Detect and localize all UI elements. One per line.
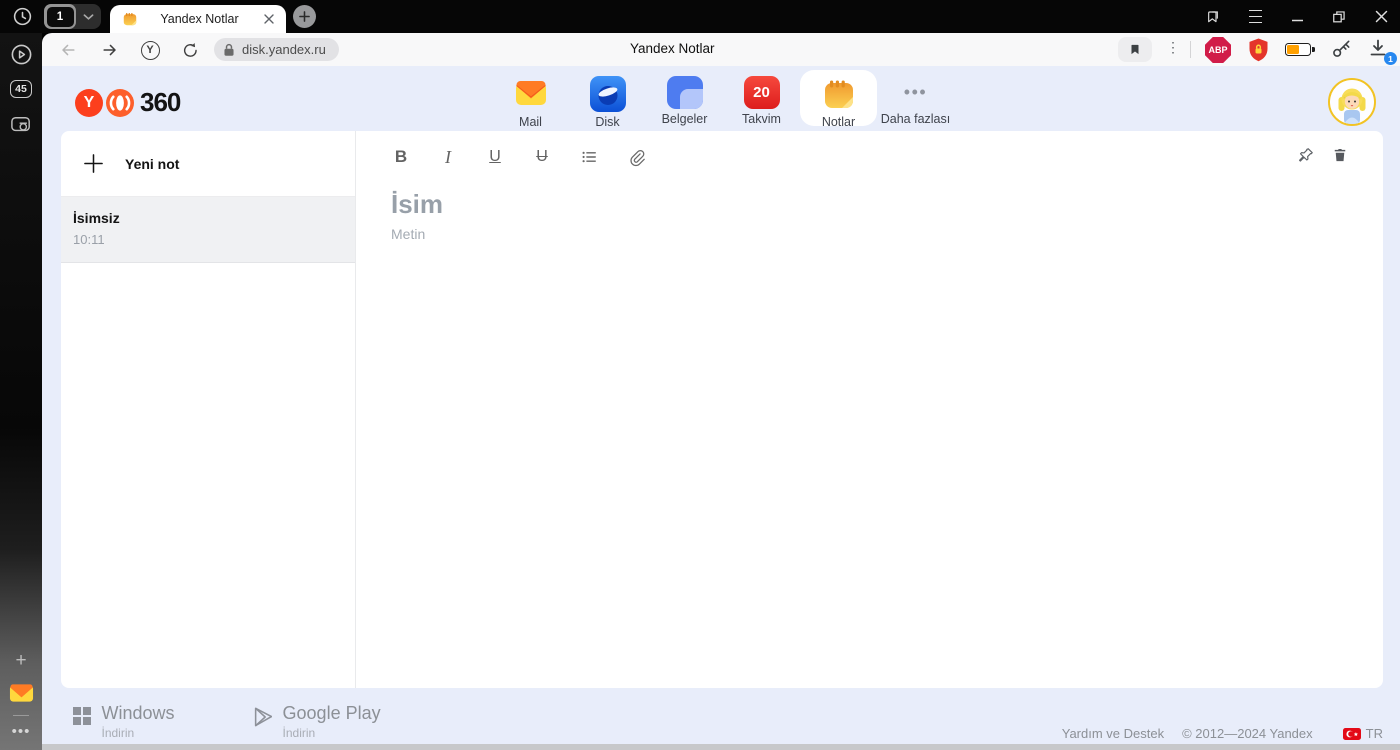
yandex-360-page: Y 360 Mail Disk Belgeler 20 Takvim Notla… (42, 66, 1400, 750)
new-tab-button[interactable] (293, 5, 316, 28)
adblock-plus-icon[interactable]: ABP (1205, 37, 1231, 63)
trash-icon[interactable] (1331, 146, 1349, 170)
protect-shield-icon[interactable] (1246, 37, 1271, 68)
copyright-text: © 2012—2024 Yandex (1182, 726, 1313, 741)
window-bottom-edge (42, 744, 1400, 750)
tab-group-control[interactable]: 1 (44, 4, 101, 29)
plus-icon (84, 154, 103, 173)
documents-icon (666, 76, 703, 109)
attach-button[interactable] (624, 144, 648, 170)
notes-icon (821, 76, 857, 112)
tab-title: Yandex Notlar (160, 12, 239, 26)
url-text: disk.yandex.ru (242, 42, 326, 57)
tab-counter-pill: 1 (44, 4, 76, 29)
disk-icon (589, 76, 626, 112)
pin-icon[interactable] (1296, 146, 1315, 170)
app-takvim[interactable]: 20 Takvim (723, 70, 800, 126)
video-play-icon[interactable] (0, 43, 42, 66)
turkey-flag-icon (1342, 727, 1361, 740)
tab-count-badge: 1 (46, 6, 74, 27)
battery-icon[interactable] (1285, 43, 1315, 56)
app-more[interactable]: ••• Daha fazlası (877, 70, 954, 126)
bookmark-button[interactable] (1118, 37, 1152, 62)
calendar-icon: 20 (743, 76, 780, 109)
more-apps-icon: ••• (903, 82, 928, 102)
sidebar-add-icon[interactable]: + (0, 650, 42, 672)
menu-icon[interactable] (1246, 8, 1264, 26)
note-editor[interactable]: B I U U İsim Metin (356, 131, 1383, 688)
browser-tab[interactable]: Yandex Notlar (110, 5, 286, 33)
italic-button[interactable]: I (436, 144, 460, 170)
more-options-icon[interactable]: ⋮ (1166, 39, 1180, 56)
underline-button[interactable]: U (483, 144, 507, 170)
google-play-icon (252, 706, 272, 733)
mail-icon (513, 76, 549, 112)
back-icon[interactable] (56, 38, 80, 62)
notes-favicon (122, 11, 138, 27)
address-bar[interactable]: disk.yandex.ru (214, 38, 339, 61)
sidebar-more-icon[interactable]: ••• (0, 723, 42, 740)
user-avatar[interactable] (1328, 78, 1376, 126)
paperclip-icon (629, 149, 645, 166)
close-button[interactable] (1372, 8, 1390, 26)
footer-downloads: Windows İndirin Google Play İndirin (73, 703, 381, 740)
bullet-list-button[interactable] (577, 144, 601, 170)
note-title-placeholder[interactable]: İsim (391, 189, 443, 220)
tab-close-icon[interactable] (261, 11, 277, 27)
reload-icon[interactable] (178, 38, 202, 62)
editor-actions (1296, 146, 1349, 170)
help-link[interactable]: Yardım ve Destek (1062, 726, 1164, 741)
sidebar-divider (13, 715, 29, 716)
browser-sidebar: 45 + ••• (0, 33, 42, 750)
browser-toolbar: Y disk.yandex.ru Yandex Notlar ⋮ ABP 1 (42, 33, 1400, 66)
windows-download[interactable]: Windows İndirin (73, 703, 175, 740)
notes-list-panel: Yeni not İsimsiz 10:11 (61, 131, 356, 688)
key-icon[interactable] (1330, 38, 1353, 66)
windows-icon (73, 707, 91, 725)
download-icon[interactable]: 1 (1368, 38, 1397, 65)
restore-button[interactable] (1330, 8, 1348, 26)
new-note-label: Yeni not (125, 155, 180, 172)
notes-card: Yeni not İsimsiz 10:11 B I U U İsim Meti… (61, 131, 1383, 688)
toolbar-divider (1190, 41, 1191, 58)
download-count-badge: 1 (1384, 52, 1397, 65)
google-play-download[interactable]: Google Play İndirin (252, 703, 381, 740)
new-note-button[interactable]: Yeni not (61, 131, 355, 197)
bullet-list-icon (582, 151, 596, 163)
footer-links: Yardım ve Destek © 2012—2024 Yandex TR (1062, 726, 1383, 741)
app-notlar[interactable]: Notlar (800, 70, 877, 129)
note-time: 10:11 (73, 232, 105, 247)
editor-toolbar: B I U U (389, 144, 671, 170)
yandex-360-logo[interactable]: Y 360 (75, 87, 181, 118)
minimize-button[interactable] (1288, 8, 1306, 26)
note-title: İsimsiz (73, 210, 120, 226)
history-icon[interactable] (11, 5, 34, 28)
strikethrough-button[interactable]: U (530, 144, 554, 170)
apps-nav: Mail Disk Belgeler 20 Takvim Notlar ••• … (492, 70, 954, 129)
yandex-y-icon: Y (75, 88, 103, 117)
locale-label[interactable]: TR (1366, 726, 1383, 741)
logo-text: 360 (140, 87, 181, 117)
bookmarks-panel-icon[interactable] (1204, 8, 1222, 26)
chevron-down-icon[interactable] (76, 13, 101, 21)
app-belgeler[interactable]: Belgeler (646, 70, 723, 126)
yandex-mail-app-icon[interactable] (0, 683, 42, 704)
yandex-services-icon[interactable]: Y (138, 38, 162, 62)
bold-button[interactable]: B (389, 144, 413, 170)
note-list-item[interactable]: İsimsiz 10:11 (61, 197, 355, 263)
yandex-360-o-icon (106, 88, 134, 117)
browser-titlebar: 1 Yandex Notlar (0, 0, 1400, 33)
forward-icon[interactable] (98, 38, 122, 62)
page-title: Yandex Notlar (630, 41, 715, 56)
lock-icon (224, 43, 234, 56)
app-disk[interactable]: Disk (569, 70, 646, 129)
tabs-counter-badge[interactable]: 45 (0, 80, 42, 98)
screenshot-camera-icon[interactable] (0, 115, 42, 135)
note-body-placeholder[interactable]: Metin (391, 226, 425, 242)
app-mail[interactable]: Mail (492, 70, 569, 129)
